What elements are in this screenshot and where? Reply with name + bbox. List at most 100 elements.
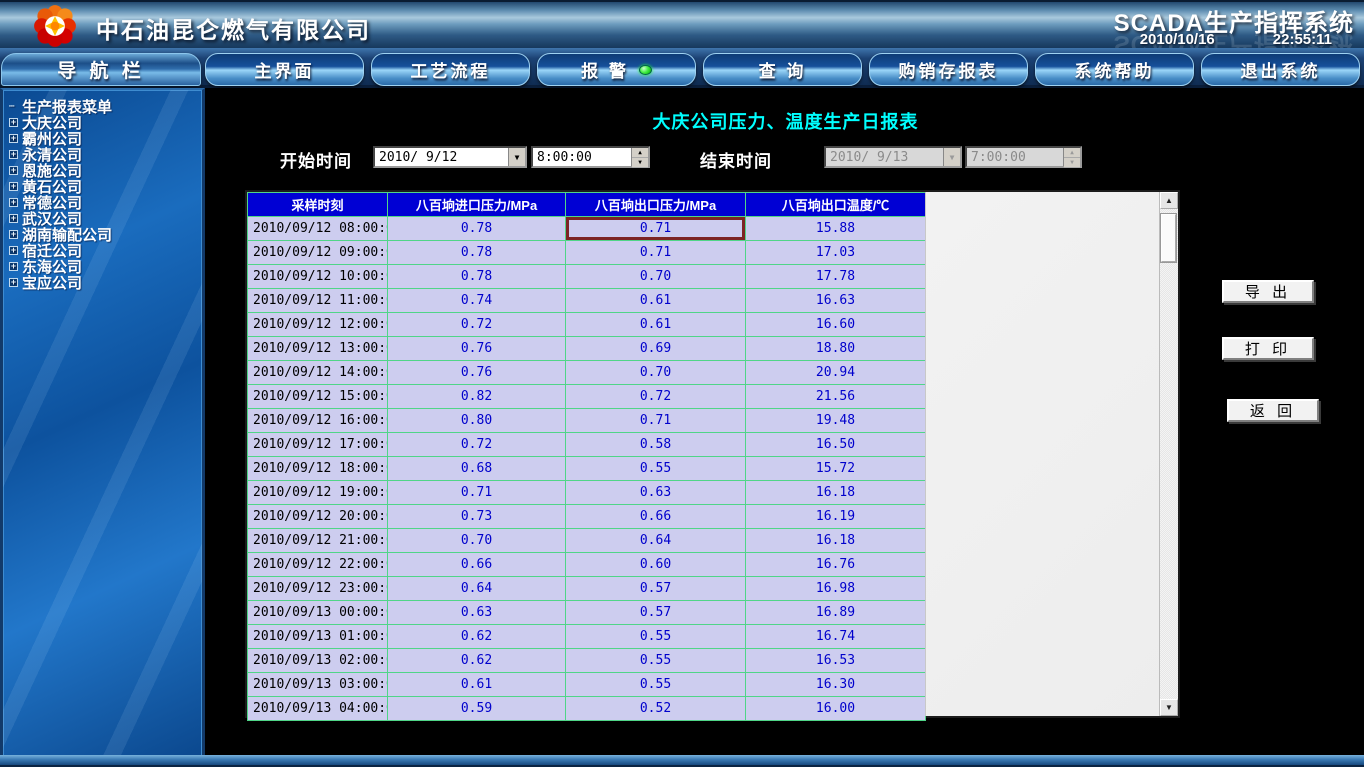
value-cell[interactable]: 16.18 — [746, 529, 926, 553]
back-button[interactable]: 返 回 — [1227, 399, 1319, 422]
timestamp-cell[interactable]: 2010/09/13 03:00:00 — [248, 673, 388, 697]
value-cell[interactable]: 0.78 — [388, 265, 566, 289]
value-cell[interactable]: 0.55 — [566, 673, 746, 697]
value-cell[interactable]: 0.78 — [388, 241, 566, 265]
value-cell[interactable]: 0.74 — [388, 289, 566, 313]
nav-button-exit[interactable]: 退出系统 — [1201, 53, 1360, 86]
nav-button-inventory[interactable]: 购销存报表 — [869, 53, 1028, 86]
timestamp-cell[interactable]: 2010/09/12 10:00:00 — [248, 265, 388, 289]
sidebar-item-10[interactable]: +宝应公司 — [9, 274, 198, 290]
timestamp-cell[interactable]: 2010/09/12 19:00:00 — [248, 481, 388, 505]
value-cell[interactable]: 19.48 — [746, 409, 926, 433]
value-cell[interactable]: 0.72 — [388, 313, 566, 337]
nav-button-help[interactable]: 系统帮助 — [1035, 53, 1194, 86]
value-cell[interactable]: 0.57 — [566, 601, 746, 625]
value-cell[interactable]: 0.72 — [566, 385, 746, 409]
timestamp-cell[interactable]: 2010/09/13 04:00:00 — [248, 697, 388, 721]
value-cell[interactable]: 0.52 — [566, 697, 746, 721]
timestamp-cell[interactable]: 2010/09/12 13:00:00 — [248, 337, 388, 361]
value-cell[interactable]: 0.55 — [566, 457, 746, 481]
nav-button-query[interactable]: 查 询 — [703, 53, 862, 86]
value-cell[interactable]: 0.82 — [388, 385, 566, 409]
value-cell[interactable]: 0.70 — [566, 265, 746, 289]
value-cell[interactable]: 0.71 — [388, 481, 566, 505]
value-cell[interactable]: 16.98 — [746, 577, 926, 601]
value-cell[interactable]: 0.55 — [566, 649, 746, 673]
timestamp-cell[interactable]: 2010/09/12 12:00:00 — [248, 313, 388, 337]
timestamp-cell[interactable]: 2010/09/12 14:00:00 — [248, 361, 388, 385]
value-cell[interactable]: 16.60 — [746, 313, 926, 337]
value-cell[interactable]: 0.69 — [566, 337, 746, 361]
value-cell[interactable]: 16.50 — [746, 433, 926, 457]
tree-expand-icon[interactable]: + — [9, 214, 18, 223]
value-cell[interactable]: 16.89 — [746, 601, 926, 625]
value-cell[interactable]: 16.63 — [746, 289, 926, 313]
value-cell[interactable]: 0.64 — [388, 577, 566, 601]
value-cell[interactable]: 0.62 — [388, 625, 566, 649]
scroll-down-icon[interactable]: ▼ — [1160, 699, 1178, 716]
scrollbar-thumb[interactable] — [1161, 214, 1176, 262]
value-cell[interactable]: 0.70 — [388, 529, 566, 553]
timestamp-cell[interactable]: 2010/09/12 18:00:00 — [248, 457, 388, 481]
value-cell[interactable]: 0.63 — [566, 481, 746, 505]
timestamp-cell[interactable]: 2010/09/12 11:00:00 — [248, 289, 388, 313]
print-button[interactable]: 打 印 — [1222, 337, 1314, 360]
tree-expand-icon[interactable]: + — [9, 134, 18, 143]
value-cell[interactable]: 0.71 — [566, 217, 746, 241]
value-cell[interactable]: 0.70 — [566, 361, 746, 385]
value-cell[interactable]: 0.76 — [388, 361, 566, 385]
value-cell[interactable]: 0.59 — [388, 697, 566, 721]
value-cell[interactable]: 16.53 — [746, 649, 926, 673]
nav-button-main[interactable]: 主界面 — [205, 53, 364, 86]
scrollbar-track[interactable] — [1160, 209, 1178, 699]
value-cell[interactable]: 17.78 — [746, 265, 926, 289]
tree-expand-icon[interactable]: + — [9, 118, 18, 127]
value-cell[interactable]: 0.58 — [566, 433, 746, 457]
timestamp-cell[interactable]: 2010/09/12 15:00:00 — [248, 385, 388, 409]
timestamp-cell[interactable]: 2010/09/12 08:00:00 — [248, 217, 388, 241]
nav-button-alarm[interactable]: 报 警 — [537, 53, 696, 86]
value-cell[interactable]: 0.72 — [388, 433, 566, 457]
value-cell[interactable]: 21.56 — [746, 385, 926, 409]
start-date-select[interactable]: 2010/ 9/12 ▼ — [373, 146, 527, 168]
tree-expand-icon[interactable]: + — [9, 230, 18, 239]
export-button[interactable]: 导 出 — [1222, 280, 1314, 303]
vertical-scrollbar[interactable]: ▲ ▼ — [1159, 192, 1178, 716]
value-cell[interactable]: 16.76 — [746, 553, 926, 577]
value-cell[interactable]: 15.72 — [746, 457, 926, 481]
tree-expand-icon[interactable]: + — [9, 166, 18, 175]
value-cell[interactable]: 0.61 — [566, 313, 746, 337]
tree-expand-icon[interactable]: + — [9, 182, 18, 191]
value-cell[interactable]: 0.71 — [566, 241, 746, 265]
timestamp-cell[interactable]: 2010/09/13 00:00:00 — [248, 601, 388, 625]
value-cell[interactable]: 0.73 — [388, 505, 566, 529]
value-cell[interactable]: 16.18 — [746, 481, 926, 505]
tree-expand-icon[interactable]: + — [9, 246, 18, 255]
value-cell[interactable]: 18.80 — [746, 337, 926, 361]
value-cell[interactable]: 0.66 — [566, 505, 746, 529]
tree-expand-icon[interactable]: + — [9, 278, 18, 287]
value-cell[interactable]: 17.03 — [746, 241, 926, 265]
value-cell[interactable]: 0.61 — [388, 673, 566, 697]
value-cell[interactable]: 20.94 — [746, 361, 926, 385]
timestamp-cell[interactable]: 2010/09/12 20:00:00 — [248, 505, 388, 529]
start-time-input[interactable]: 8:00:00 ▲ ▼ — [531, 146, 650, 168]
timestamp-cell[interactable]: 2010/09/12 21:00:00 — [248, 529, 388, 553]
timestamp-cell[interactable]: 2010/09/12 16:00:00 — [248, 409, 388, 433]
value-cell[interactable]: 0.62 — [388, 649, 566, 673]
tree-expand-icon[interactable]: + — [9, 198, 18, 207]
value-cell[interactable]: 0.60 — [566, 553, 746, 577]
value-cell[interactable]: 0.61 — [566, 289, 746, 313]
spinner-up-icon[interactable]: ▲ — [632, 148, 648, 158]
value-cell[interactable]: 0.63 — [388, 601, 566, 625]
value-cell[interactable]: 0.66 — [388, 553, 566, 577]
spinner-down-icon[interactable]: ▼ — [632, 158, 648, 168]
scroll-up-icon[interactable]: ▲ — [1160, 192, 1178, 209]
timestamp-cell[interactable]: 2010/09/12 09:00:00 — [248, 241, 388, 265]
nav-tab-sidebar[interactable]: 导 航 栏 — [1, 53, 201, 86]
value-cell[interactable]: 0.80 — [388, 409, 566, 433]
tree-expand-icon[interactable]: + — [9, 262, 18, 271]
timestamp-cell[interactable]: 2010/09/13 02:00:00 — [248, 649, 388, 673]
nav-button-process[interactable]: 工艺流程 — [371, 53, 530, 86]
value-cell[interactable]: 0.57 — [566, 577, 746, 601]
